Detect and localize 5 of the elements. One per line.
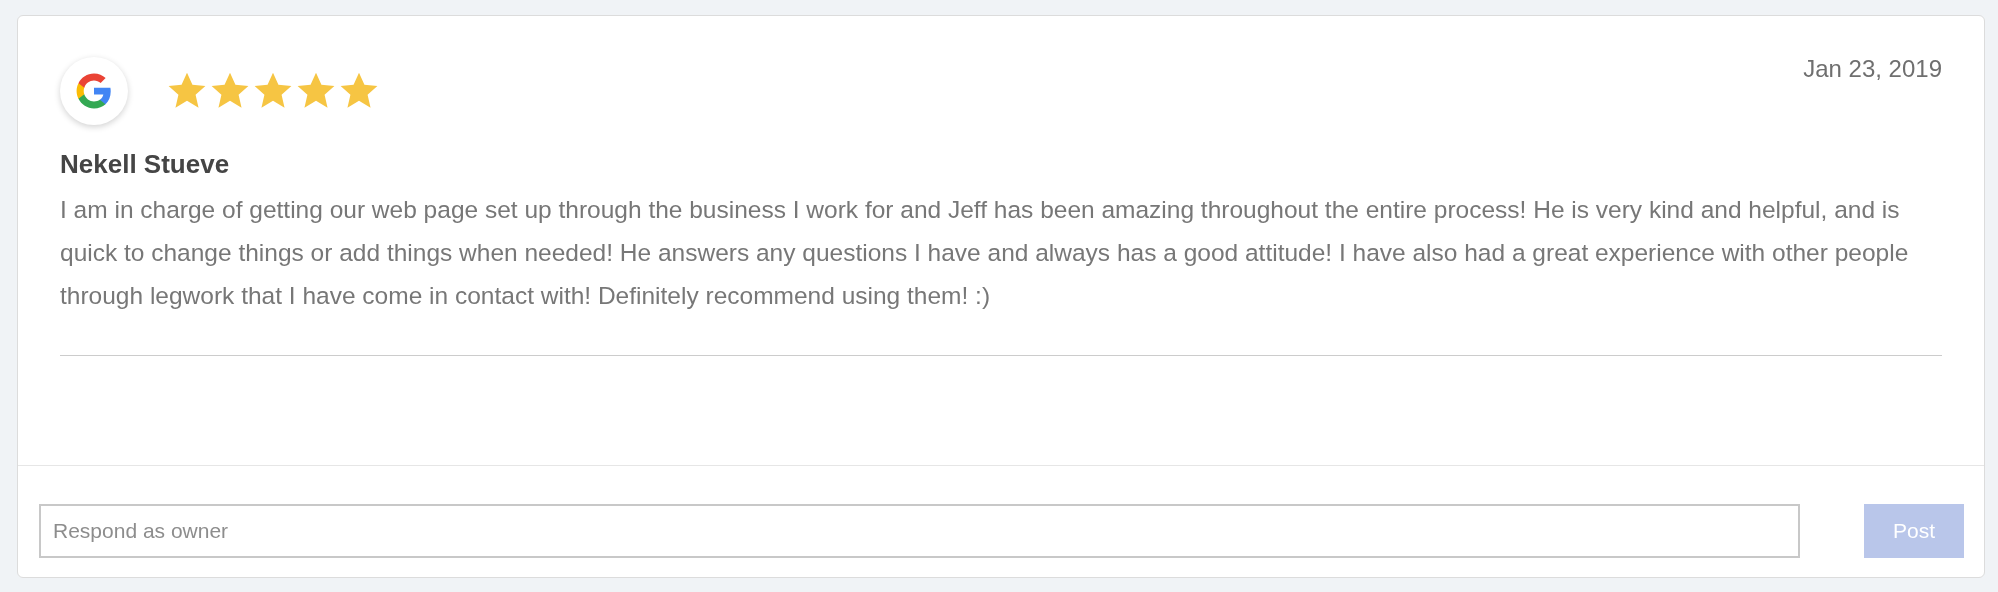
reviewer-name: Nekell Stueve [60, 149, 231, 180]
google-logo-icon [75, 72, 113, 110]
response-input-field[interactable]: Respond as owner [39, 504, 1800, 558]
review-date: Jan 23, 2019 [1803, 55, 1942, 83]
review-text: I am in charge of getting our web page set up through the business I work for and Jeff has been amazing throughout the entire process! He is very kind and helpful, and is quick to change things or add things when needed! He answers any questions I have and always has a good attitude! I have also had a great experience with other people through legwork that I have come in contact with! Definitely recommend using them! :) [60, 195, 1910, 311]
